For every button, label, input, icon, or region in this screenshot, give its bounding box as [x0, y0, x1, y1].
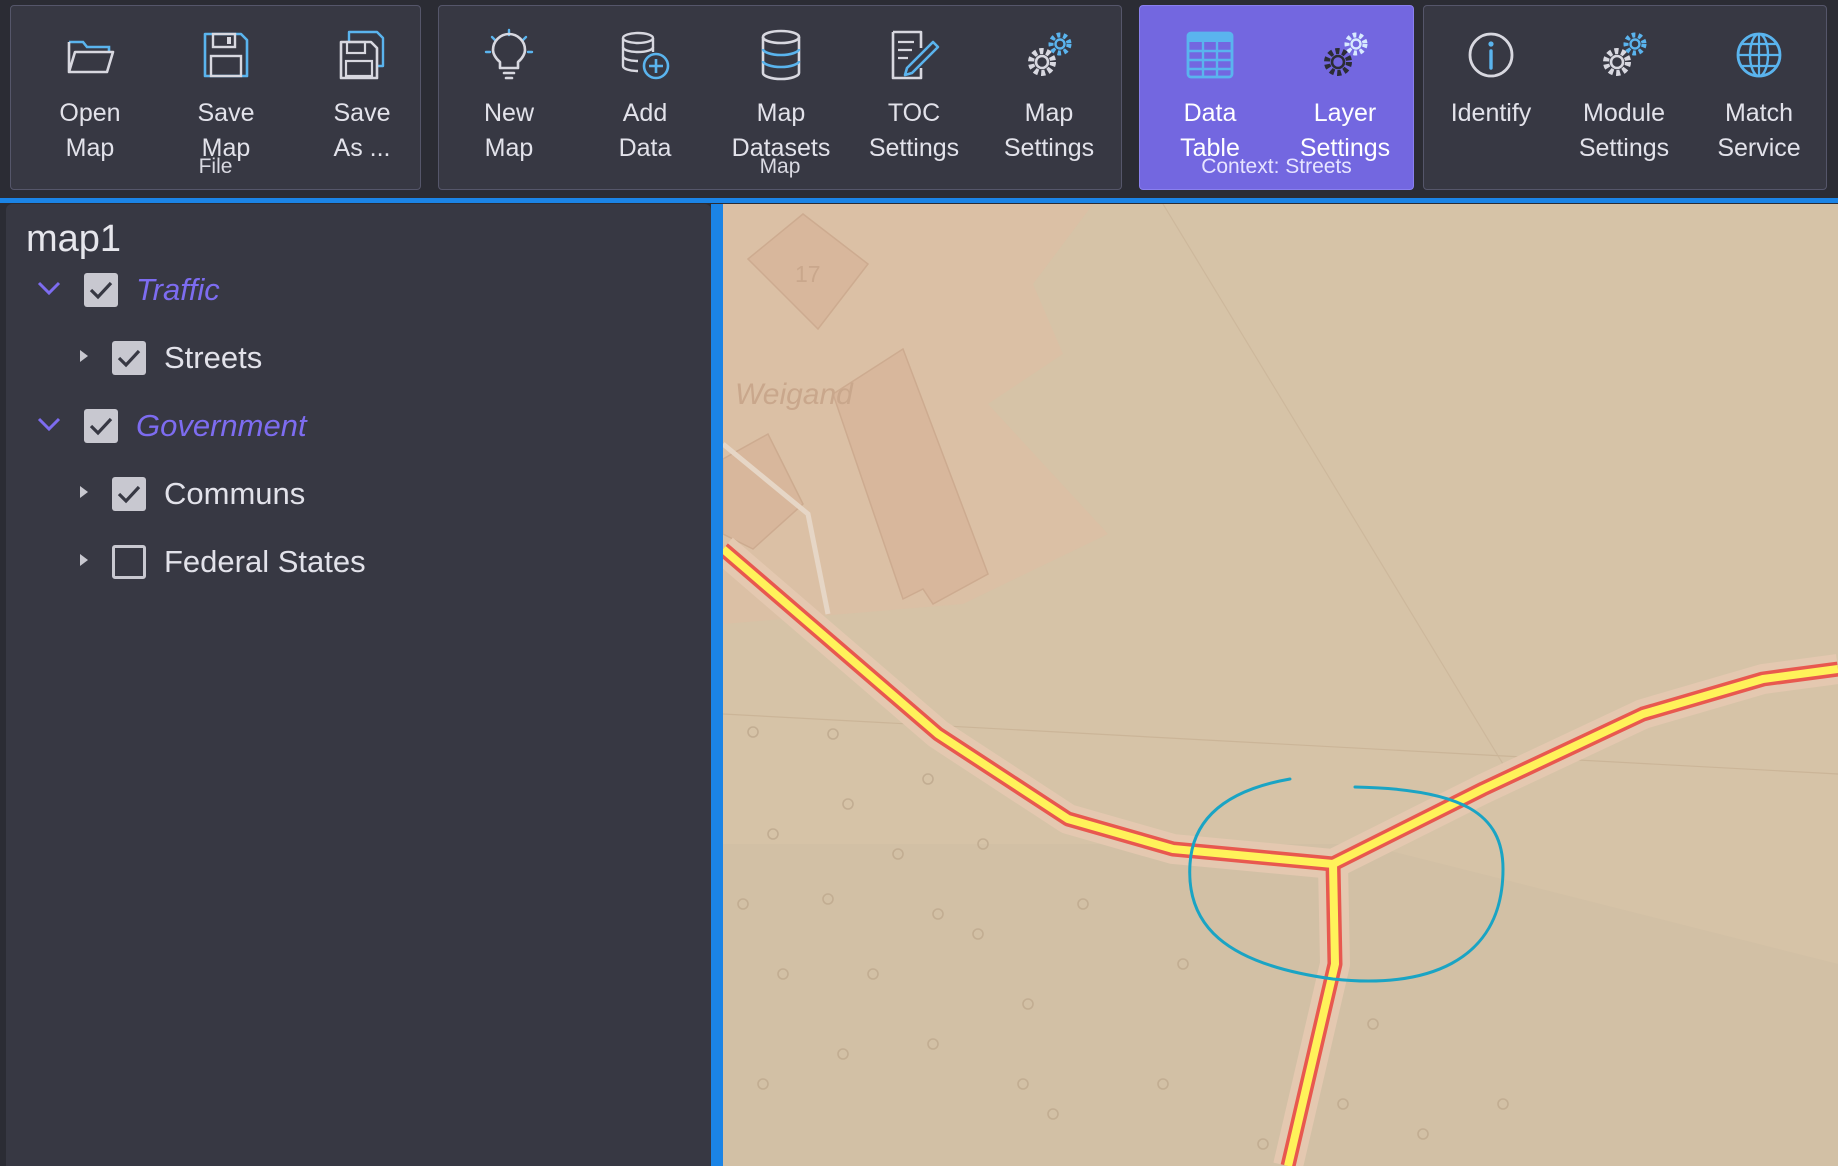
- match-service-label: Match Service: [1717, 99, 1801, 162]
- chevron-down-icon[interactable]: [36, 416, 84, 437]
- caret-right-icon[interactable]: [78, 552, 112, 573]
- info-icon: [1468, 32, 1514, 78]
- gears-icon: [1603, 32, 1647, 76]
- identify-button[interactable]: Identify: [1424, 20, 1558, 160]
- identify-label: Identify: [1450, 99, 1532, 127]
- communs-checkbox[interactable]: [112, 477, 146, 511]
- government-checkbox[interactable]: [84, 409, 118, 443]
- map-settings-button[interactable]: Map Settings: [982, 20, 1116, 162]
- traffic-checkbox[interactable]: [84, 273, 118, 307]
- toc-item-label[interactable]: Federal States: [164, 544, 366, 580]
- streets-checkbox[interactable]: [112, 341, 146, 375]
- house-number-label: 17: [795, 261, 821, 287]
- save-as-button[interactable]: Save As ...: [295, 20, 429, 162]
- module-settings-label: Module Settings: [1578, 99, 1670, 162]
- federal-states-checkbox[interactable]: [112, 545, 146, 579]
- chevron-down-icon[interactable]: [36, 280, 84, 301]
- edit-document-icon: [891, 30, 940, 80]
- gears-icon: [1028, 32, 1072, 76]
- toc-settings-button[interactable]: TOC Settings: [847, 20, 981, 162]
- toc-layer-streets: Streets: [78, 333, 262, 383]
- toc-item-label[interactable]: Streets: [164, 340, 262, 376]
- database-add-icon: [621, 31, 670, 80]
- toc-map-title: map1: [26, 218, 122, 260]
- add-data-button[interactable]: Add Data: [578, 20, 712, 162]
- save-map-button[interactable]: Save Map: [159, 20, 293, 162]
- ribbon-divider: [0, 198, 1838, 203]
- layer-settings-button[interactable]: Layer Settings: [1278, 20, 1412, 162]
- toc-item-label[interactable]: Communs: [164, 476, 305, 512]
- caret-right-icon[interactable]: [78, 484, 112, 505]
- ribbon-group-map: New Map Add Data Map Datasets TOC Settin…: [438, 5, 1122, 190]
- toc-layer-federal-states: Federal States: [78, 537, 366, 587]
- floppy-disk-icon: [203, 32, 249, 78]
- map-canvas[interactable]: 17 Weigand: [723, 204, 1838, 1166]
- panel-splitter[interactable]: [711, 204, 723, 1166]
- toc-layer-communs: Communs: [78, 469, 305, 519]
- database-icon: [761, 29, 801, 81]
- globe-icon: [1736, 32, 1782, 78]
- caret-right-icon[interactable]: [78, 348, 112, 369]
- toc-item-label[interactable]: Traffic: [136, 272, 220, 308]
- file-group-label: File: [198, 155, 233, 178]
- ribbon-group-file: Open Map Save Map Save As ... File: [10, 5, 421, 190]
- ribbon-group-tools: Identify Module Settings Match Service: [1423, 5, 1827, 190]
- context-group-label: Context: Streets: [1201, 155, 1352, 178]
- ribbon-toolbar: Open Map Save Map Save As ... File New M…: [0, 0, 1838, 198]
- map-group-label: Map: [759, 155, 801, 178]
- open-map-button[interactable]: Open Map: [23, 20, 157, 162]
- map-datasets-button[interactable]: Map Datasets: [714, 20, 848, 162]
- match-service-button[interactable]: Match Service: [1692, 20, 1826, 162]
- map-view[interactable]: 17 Weigand: [723, 204, 1838, 1166]
- folder-open-icon: [67, 40, 115, 74]
- module-settings-button[interactable]: Module Settings: [1557, 20, 1691, 162]
- toc-group-government: Government: [36, 401, 307, 451]
- gears-icon: [1324, 32, 1368, 76]
- new-map-button[interactable]: New Map: [442, 20, 576, 162]
- data-table-button[interactable]: Data Table: [1143, 20, 1277, 162]
- ribbon-group-context: Data Table Layer Settings Context: Stree…: [1139, 5, 1414, 190]
- street-name-label: Weigand: [735, 378, 854, 411]
- table-icon: [1186, 31, 1234, 79]
- lightbulb-icon: [484, 28, 534, 80]
- toc-group-traffic: Traffic: [36, 265, 220, 315]
- save-as-icon: [339, 30, 385, 80]
- table-of-contents-panel: map1 Traffic Streets Government Communs …: [6, 204, 711, 1166]
- toc-item-label[interactable]: Government: [136, 408, 307, 444]
